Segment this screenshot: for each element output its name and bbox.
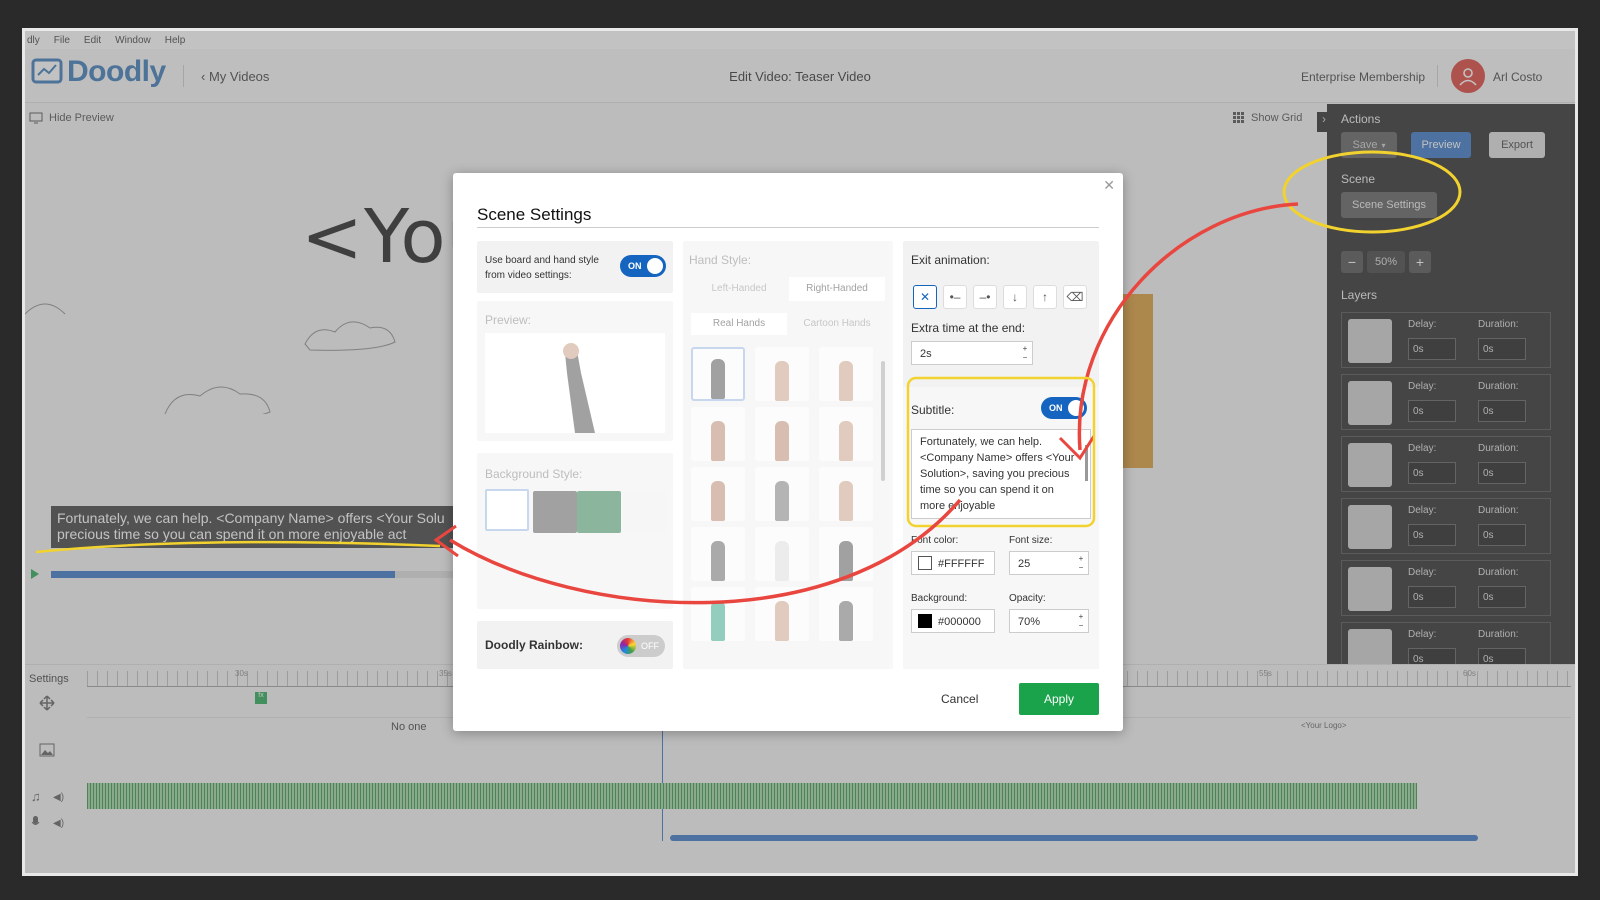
hand-option[interactable]: [755, 407, 809, 461]
extra-time-value: 2s: [920, 348, 932, 360]
hand-option[interactable]: [819, 467, 873, 521]
real-hands-tab[interactable]: Real Hands: [691, 313, 787, 335]
font-size-input[interactable]: 25 + −: [1009, 551, 1089, 575]
hand-option[interactable]: [691, 407, 745, 461]
exit-subtitle-section: Exit animation: ✕ •– –• ↓ ↑ ⌫ Extra time…: [903, 241, 1099, 669]
font-color-input[interactable]: #FFFFFF: [911, 551, 995, 575]
use-board-label: Use board and hand style from video sett…: [485, 255, 599, 281]
color-swatch: [918, 556, 932, 570]
color-swatch: [918, 614, 932, 628]
hand-option[interactable]: [819, 527, 873, 581]
hand-option[interactable]: [755, 467, 809, 521]
hand-image: [775, 601, 789, 641]
hand-option[interactable]: [755, 527, 809, 581]
subtitle-panel: Subtitle: ON Fortunately, we can help. <…: [903, 387, 1099, 669]
scene-settings-dialog: ✕ Scene Settings Use board and hand styl…: [453, 173, 1123, 731]
hand-image: [839, 541, 853, 581]
hand-option[interactable]: [755, 587, 809, 641]
close-icon[interactable]: ✕: [1103, 177, 1115, 194]
left-handed-tab[interactable]: Left-Handed: [691, 277, 787, 301]
app-window: dly File Edit Window Help Doodly ‹ My Vi…: [22, 28, 1578, 876]
rainbow-section: Doodly Rainbow: OFF: [477, 621, 673, 669]
preview-label: Preview:: [485, 313, 532, 327]
hand-option[interactable]: [691, 467, 745, 521]
toggle-state: OFF: [641, 641, 659, 651]
toggle-state: ON: [1049, 403, 1063, 413]
background-swatch-green[interactable]: [577, 491, 621, 533]
background-label: Background:: [911, 593, 968, 604]
use-board-toggle[interactable]: ON: [620, 255, 666, 277]
background-swatch-white[interactable]: [485, 489, 529, 531]
background-swatch-light[interactable]: [623, 491, 667, 533]
slide-up-icon[interactable]: ↑: [1033, 285, 1057, 309]
right-handed-tab[interactable]: Right-Handed: [789, 277, 885, 301]
slide-left-icon[interactable]: •–: [943, 285, 967, 309]
rainbow-label: Doodly Rainbow:: [485, 638, 583, 652]
opacity-input[interactable]: 70% + −: [1009, 609, 1089, 633]
hand-image: [775, 421, 789, 461]
extra-time-label: Extra time at the end:: [911, 321, 1026, 335]
hand-image: [775, 541, 789, 581]
hand-image: [839, 481, 853, 521]
hand-image: [775, 481, 789, 521]
hand-image: [711, 481, 725, 521]
apply-button[interactable]: Apply: [1019, 683, 1099, 715]
use-board-section: Use board and hand style from video sett…: [477, 241, 673, 293]
background-style-label: Background Style:: [485, 467, 583, 481]
stepper-icon[interactable]: + −: [1076, 612, 1086, 630]
background-color-input[interactable]: #000000: [911, 609, 995, 633]
slide-right-icon[interactable]: –•: [973, 285, 997, 309]
cancel-button[interactable]: Cancel: [941, 692, 978, 706]
hand-preview: [485, 333, 665, 433]
hand-image: [775, 361, 789, 401]
hand-option[interactable]: [691, 527, 745, 581]
rainbow-icon: [620, 638, 636, 654]
hand-image: [839, 361, 853, 401]
font-color-value: #FFFFFF: [938, 558, 985, 570]
hand-image: [839, 421, 853, 461]
hand-option[interactable]: [691, 587, 745, 641]
no-animation-icon[interactable]: ✕: [913, 285, 937, 309]
hand-image: [711, 541, 725, 581]
dialog-title: Scene Settings: [477, 205, 592, 224]
stepper-icon[interactable]: + −: [1020, 344, 1030, 362]
hand-option[interactable]: [755, 347, 809, 401]
divider: [477, 227, 1099, 228]
hand-style-label: Hand Style:: [689, 253, 752, 267]
toggle-state: ON: [628, 261, 642, 271]
hand-grid-scrollbar[interactable]: [881, 361, 885, 481]
hand-preview-image: [563, 343, 595, 433]
font-color-label: Font color:: [911, 535, 959, 546]
background-color-value: #000000: [938, 616, 981, 628]
hand-option[interactable]: [691, 347, 745, 401]
slide-down-icon[interactable]: ↓: [1003, 285, 1027, 309]
exit-animation-label: Exit animation:: [911, 253, 990, 267]
eraser-icon[interactable]: ⌫: [1063, 285, 1087, 309]
hand-option[interactable]: [819, 587, 873, 641]
preview-section: Preview:: [477, 301, 673, 441]
opacity-value: 70%: [1018, 616, 1041, 628]
hand-image: [839, 601, 853, 641]
opacity-label: Opacity:: [1009, 593, 1046, 604]
extra-time-input[interactable]: 2s + −: [911, 341, 1033, 365]
font-size-value: 25: [1018, 558, 1031, 570]
hand-option[interactable]: [819, 347, 873, 401]
background-swatch-gray[interactable]: [533, 491, 577, 533]
subtitle-label: Subtitle:: [911, 403, 955, 417]
font-size-label: Font size:: [1009, 535, 1053, 546]
hand-style-section: Hand Style: Left-Handed Right-Handed Rea…: [683, 241, 893, 669]
rainbow-toggle[interactable]: OFF: [617, 635, 665, 657]
cartoon-hands-tab[interactable]: Cartoon Hands: [789, 313, 885, 335]
hand-option[interactable]: [819, 407, 873, 461]
hand-image: [711, 601, 725, 641]
textarea-scrollbar[interactable]: [1085, 445, 1088, 481]
hand-image: [711, 359, 725, 399]
background-style-section: Background Style:: [477, 453, 673, 609]
subtitle-textarea[interactable]: Fortunately, we can help. <Company Name>…: [911, 429, 1091, 519]
hand-image: [711, 421, 725, 461]
subtitle-toggle[interactable]: ON: [1041, 397, 1087, 419]
stepper-icon[interactable]: + −: [1076, 554, 1086, 572]
